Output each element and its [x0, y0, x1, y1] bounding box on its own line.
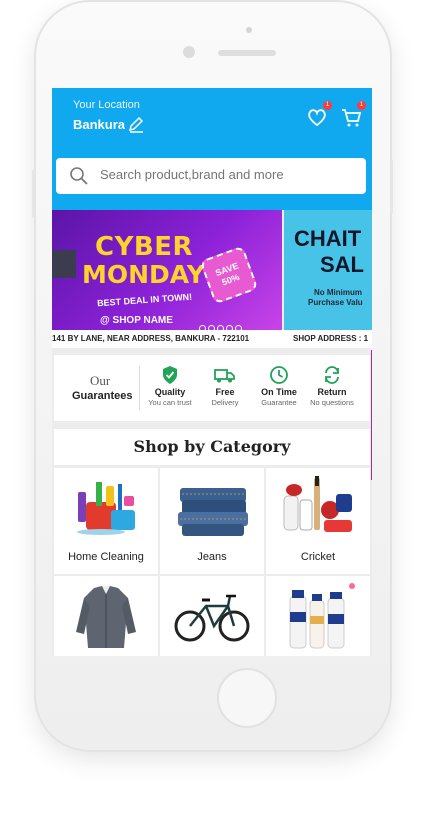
promo-banner-cyber-monday[interactable]: CYBER MONDAY BEST DEAL IN TOWN! @ SHOP N…	[52, 210, 282, 330]
promo-banner-chaitra-sale[interactable]: CHAIT SAL No Minimum Purchase Valu	[284, 210, 372, 330]
banner2-subline-1: No Minimum	[314, 288, 362, 297]
guarantee-quality-title: Quality	[154, 387, 186, 397]
guarantee-our: Our	[90, 373, 111, 388]
search-input[interactable]	[100, 167, 350, 182]
app-screen: Your Location Bankura 1 1 Search product…	[52, 88, 372, 656]
guarantee-ontime: On Time Guarantee	[251, 365, 307, 407]
shop-address-ticker: 141 BY LANE, NEAR ADDRESS, BANKURA - 722…	[52, 330, 372, 348]
carousel-dots[interactable]	[199, 319, 244, 330]
volume-button	[32, 170, 35, 218]
edit-icon[interactable]	[127, 116, 145, 134]
guarantee-return-title: Return	[317, 387, 347, 397]
guarantee-return: Return No questions	[304, 365, 360, 407]
guarantee-delivery-title: Free	[215, 387, 235, 397]
category-jeans[interactable]: Jeans	[160, 468, 264, 574]
save-tag: SAVE 50%	[199, 245, 259, 305]
earpiece-speaker	[218, 50, 276, 56]
category-heading: Shop by Category	[54, 429, 370, 465]
search-bar[interactable]	[56, 158, 366, 194]
address-right: SHOP ADDRESS : 1	[293, 334, 369, 343]
proximity-sensor	[246, 27, 252, 33]
banner-shop-name: @ SHOP NAME	[100, 315, 173, 326]
category-shirts[interactable]	[54, 576, 158, 656]
lotion-bottles-image	[289, 583, 355, 649]
front-camera	[183, 46, 195, 58]
guarantee-return-sub: No questions	[310, 398, 354, 407]
cleaning-supplies-image	[77, 482, 135, 535]
category-bicycles[interactable]	[160, 576, 264, 656]
power-button	[390, 160, 393, 214]
cart-button[interactable]: 1	[340, 101, 366, 128]
header-bar: Your Location Bankura 1 1	[52, 88, 372, 210]
return-icon	[325, 366, 339, 384]
cart-badge: 1	[357, 101, 366, 110]
category-label: Jeans	[197, 551, 227, 563]
jeans-image	[178, 488, 248, 536]
category-home-cleaning[interactable]: Home Cleaning	[54, 468, 158, 574]
location-city[interactable]: Bankura	[73, 117, 125, 132]
category-label: Home Cleaning	[68, 551, 144, 563]
guarantee-ontime-sub: Guarantee	[261, 398, 297, 407]
guarantee-ontime-title: On Time	[261, 387, 297, 397]
guarantee-delivery-sub: Delivery	[211, 398, 239, 407]
guarantee-strip: Our Guarantees Quality You can trust Fre…	[54, 355, 370, 421]
guarantee-delivery: Free Delivery	[197, 365, 253, 407]
wishlist-badge: 1	[323, 101, 332, 110]
banner-headline-2: MONDAY	[82, 260, 205, 289]
banner2-subline-2: Purchase Valu	[308, 298, 363, 307]
banner-headline-1: CYBER	[95, 232, 194, 262]
truck-icon	[214, 369, 235, 383]
home-button[interactable]	[217, 668, 277, 728]
search-icon	[70, 167, 88, 185]
address-left: 141 BY LANE, NEAR ADDRESS, BANKURA - 722…	[52, 334, 250, 343]
banner-tagline: BEST DEAL IN TOWN!	[96, 291, 193, 309]
location-label: Your Location	[73, 99, 140, 111]
wishlist-button[interactable]: 1	[306, 101, 332, 128]
category-cricket[interactable]: Cricket	[266, 468, 370, 574]
guarantee-quality-sub: You can trust	[148, 398, 192, 407]
banner2-headline-2: SAL	[320, 252, 364, 277]
shield-check-icon	[163, 366, 177, 384]
cricket-gear-image	[283, 476, 352, 532]
banner2-headline-1: CHAIT	[294, 226, 362, 251]
category-label: Cricket	[300, 551, 336, 563]
scroll-accent	[371, 350, 372, 480]
guarantee-title: Guarantees	[72, 390, 133, 402]
shirt-image	[76, 586, 136, 648]
category-personal-care[interactable]	[266, 576, 370, 656]
guarantee-quality: Quality You can trust	[142, 365, 198, 407]
clock-icon	[270, 366, 288, 384]
bicycle-image	[174, 594, 250, 642]
divider	[139, 366, 140, 410]
megaphone-graphic	[52, 250, 76, 278]
